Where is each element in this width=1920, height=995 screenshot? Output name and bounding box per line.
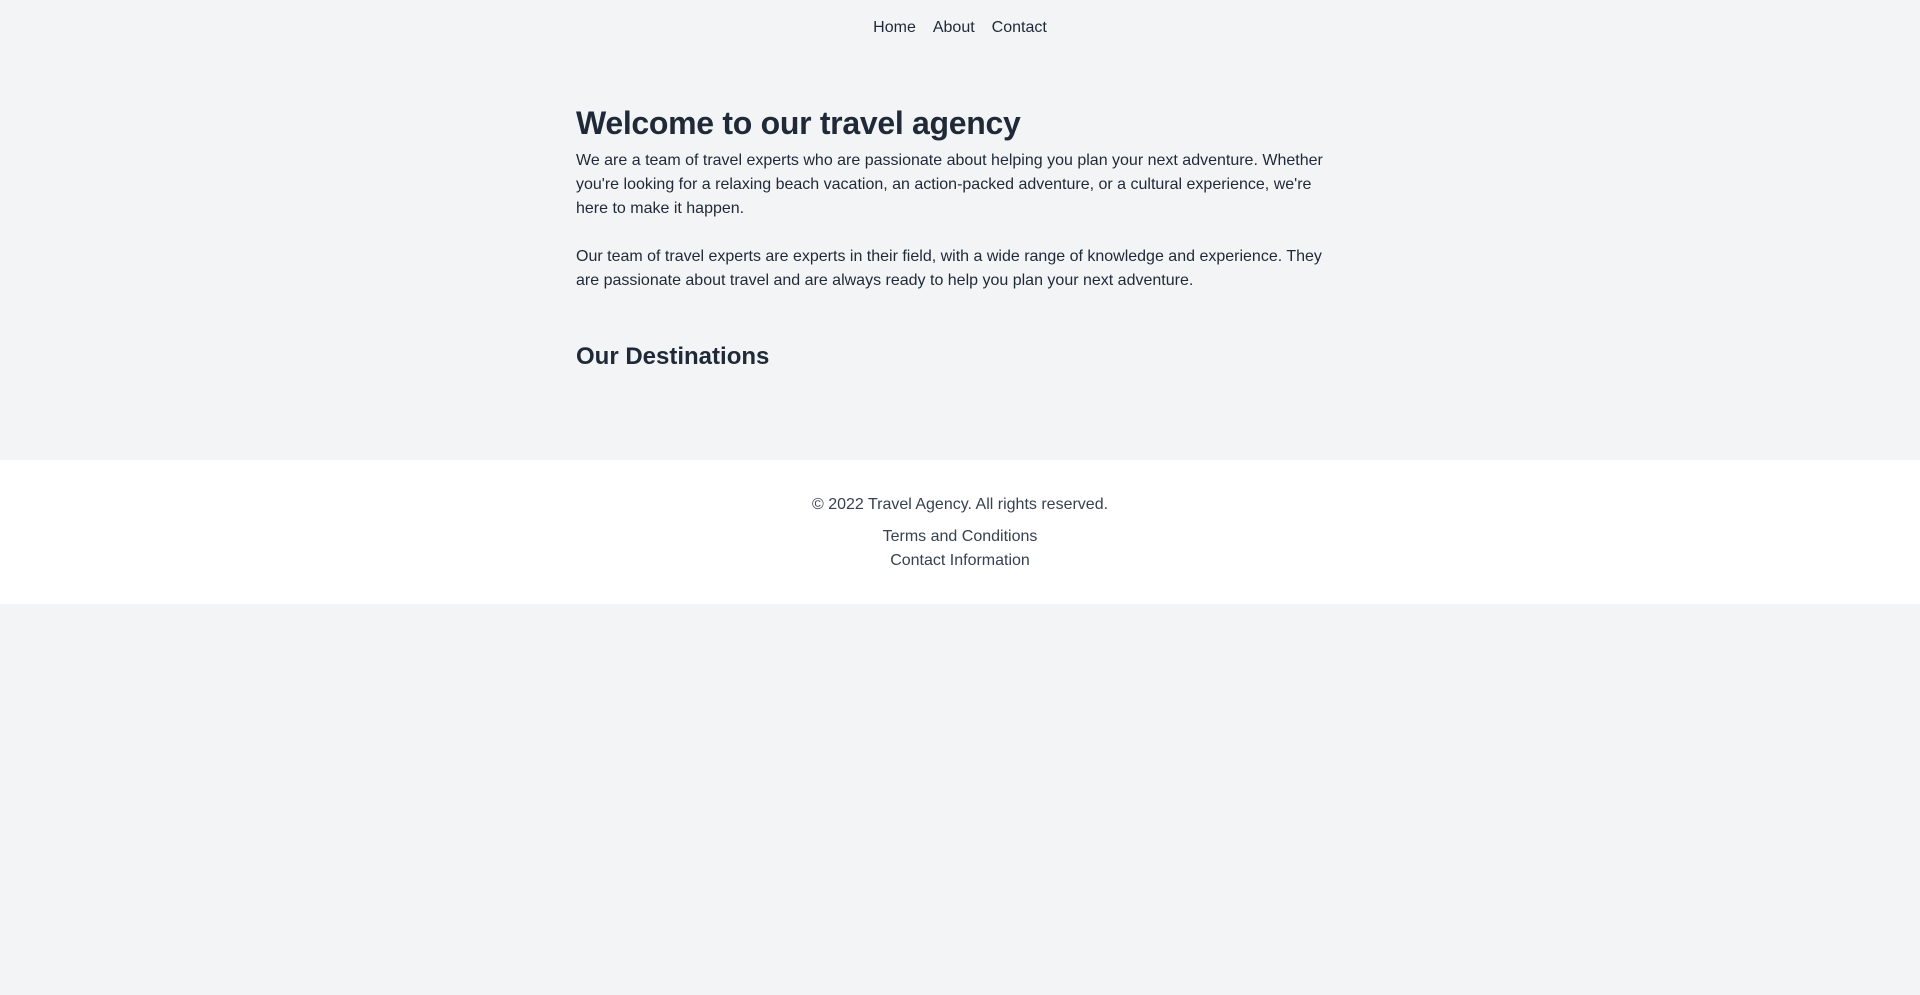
footer: © 2022 Travel Agency. All rights reserve… xyxy=(0,460,1920,604)
copyright-text: © 2022 Travel Agency. All rights reserve… xyxy=(811,496,1109,513)
nav-link-home[interactable]: Home xyxy=(873,17,916,39)
team-paragraph: Our team of travel experts are experts i… xyxy=(576,248,1322,289)
contact-information-link[interactable]: Contact Information xyxy=(890,549,1030,573)
footer-links: Terms and Conditions Contact Information xyxy=(0,525,1920,573)
destinations-heading: Our Destinations xyxy=(576,343,770,370)
main-content: Welcome to our travel agency We are a te… xyxy=(576,103,1344,373)
nav-link-about[interactable]: About xyxy=(933,17,975,39)
top-navigation: Home About Contact xyxy=(0,17,1920,39)
intro-paragraph: We are a team of travel experts who are … xyxy=(576,152,1323,217)
terms-link[interactable]: Terms and Conditions xyxy=(883,525,1038,549)
nav-link-contact[interactable]: Contact xyxy=(992,17,1047,39)
page-title: Welcome to our travel agency xyxy=(576,105,1021,141)
